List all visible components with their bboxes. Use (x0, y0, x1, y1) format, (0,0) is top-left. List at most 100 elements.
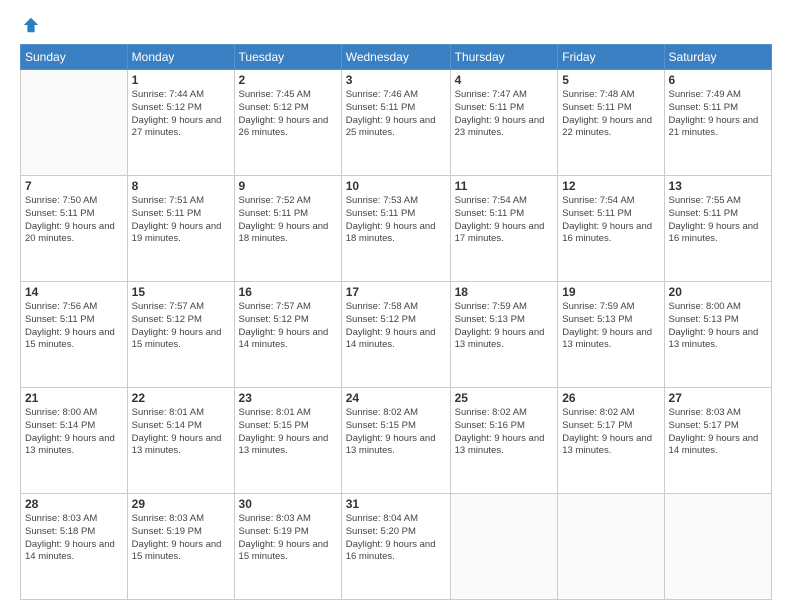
day-number: 27 (669, 391, 767, 405)
header (20, 16, 772, 34)
day-cell: 13 Sunrise: 7:55 AMSunset: 5:11 PMDayligh… (664, 176, 771, 282)
week-row-2: 7 Sunrise: 7:50 AMSunset: 5:11 PMDaylight… (21, 176, 772, 282)
day-cell: 9 Sunrise: 7:52 AMSunset: 5:11 PMDaylight… (234, 176, 341, 282)
weekday-header-wednesday: Wednesday (341, 45, 450, 70)
day-cell: 2 Sunrise: 7:45 AMSunset: 5:12 PMDaylight… (234, 70, 341, 176)
day-cell: 8Sunrise: 7:51 AMSunset: 5:11 PMDaylight… (127, 176, 234, 282)
day-cell: 19Sunrise: 7:59 AMSunset: 5:13 PMDayligh… (558, 282, 664, 388)
day-info: Sunrise: 7:58 AMSunset: 5:12 PMDaylight:… (346, 301, 446, 352)
day-cell (450, 494, 558, 600)
day-number: 15 (132, 285, 230, 299)
day-info: Sunrise: 8:03 AMSunset: 5:19 PMDaylight:… (132, 513, 230, 564)
day-cell: 10Sunrise: 7:53 AMSunset: 5:11 PMDayligh… (341, 176, 450, 282)
day-info: Sunrise: 7:44 AMSunset: 5:12 PMDaylight:… (132, 89, 230, 140)
day-cell: 14 Sunrise: 7:56 AMSunset: 5:11 PMDayligh… (21, 282, 128, 388)
day-cell: 28 Sunrise: 8:03 AMSunset: 5:18 PMDayligh… (21, 494, 128, 600)
day-info: Sunrise: 8:01 AMSunset: 5:14 PMDaylight:… (132, 407, 230, 458)
day-number: 10 (346, 179, 446, 193)
day-number: 29 (132, 497, 230, 511)
weekday-header-friday: Friday (558, 45, 664, 70)
day-cell: 25Sunrise: 8:02 AMSunset: 5:16 PMDayligh… (450, 388, 558, 494)
day-cell: 6 Sunrise: 7:49 AMSunset: 5:11 PMDaylight… (664, 70, 771, 176)
day-info: Sunrise: 7:59 AMSunset: 5:13 PMDaylight:… (455, 301, 554, 352)
day-info: Sunrise: 7:48 AMSunset: 5:11 PMDaylight:… (562, 89, 659, 140)
logo (20, 16, 40, 34)
day-number: 2 (239, 73, 337, 87)
day-number: 4 (455, 73, 554, 87)
logo-text (20, 16, 40, 34)
day-cell: 18 Sunrise: 7:59 AMSunset: 5:13 PMDayligh… (450, 282, 558, 388)
day-number: 25 (455, 391, 554, 405)
day-info: Sunrise: 8:02 AMSunset: 5:15 PMDaylight:… (346, 407, 446, 458)
day-cell: 17 Sunrise: 7:58 AMSunset: 5:12 PMDayligh… (341, 282, 450, 388)
day-number: 22 (132, 391, 230, 405)
day-cell: 5 Sunrise: 7:48 AMSunset: 5:11 PMDaylight… (558, 70, 664, 176)
day-info: Sunrise: 7:56 AMSunset: 5:11 PMDaylight:… (25, 301, 123, 352)
day-number: 30 (239, 497, 337, 511)
day-number: 1 (132, 73, 230, 87)
day-number: 12 (562, 179, 659, 193)
weekday-header-sunday: Sunday (21, 45, 128, 70)
day-info: Sunrise: 7:57 AMSunset: 5:12 PMDaylight:… (132, 301, 230, 352)
day-cell: 29 Sunrise: 8:03 AMSunset: 5:19 PMDayligh… (127, 494, 234, 600)
day-cell (558, 494, 664, 600)
day-cell: 22 Sunrise: 8:01 AMSunset: 5:14 PMDayligh… (127, 388, 234, 494)
weekday-header-monday: Monday (127, 45, 234, 70)
day-number: 14 (25, 285, 123, 299)
logo-icon (22, 16, 40, 34)
day-number: 13 (669, 179, 767, 193)
day-number: 20 (669, 285, 767, 299)
day-info: Sunrise: 7:46 AMSunset: 5:11 PMDaylight:… (346, 89, 446, 140)
day-info: Sunrise: 8:03 AMSunset: 5:17 PMDaylight:… (669, 407, 767, 458)
day-info: Sunrise: 7:55 AMSunset: 5:11 PMDaylight:… (669, 195, 767, 246)
day-info: Sunrise: 7:47 AMSunset: 5:11 PMDaylight:… (455, 89, 554, 140)
day-info: Sunrise: 7:54 AMSunset: 5:11 PMDaylight:… (562, 195, 659, 246)
day-number: 28 (25, 497, 123, 511)
week-row-1: 1 Sunrise: 7:44 AMSunset: 5:12 PMDaylight… (21, 70, 772, 176)
day-info: Sunrise: 7:51 AMSunset: 5:11 PMDaylight:… (132, 195, 230, 246)
day-cell: 4 Sunrise: 7:47 AMSunset: 5:11 PMDaylight… (450, 70, 558, 176)
week-row-5: 28 Sunrise: 8:03 AMSunset: 5:18 PMDayligh… (21, 494, 772, 600)
day-number: 24 (346, 391, 446, 405)
weekday-header-row: SundayMondayTuesdayWednesdayThursdayFrid… (21, 45, 772, 70)
day-number: 21 (25, 391, 123, 405)
day-info: Sunrise: 8:02 AMSunset: 5:17 PMDaylight:… (562, 407, 659, 458)
day-cell: 21Sunrise: 8:00 AMSunset: 5:14 PMDayligh… (21, 388, 128, 494)
day-cell: 26 Sunrise: 8:02 AMSunset: 5:17 PMDayligh… (558, 388, 664, 494)
day-cell: 12 Sunrise: 7:54 AMSunset: 5:11 PMDayligh… (558, 176, 664, 282)
day-info: Sunrise: 8:03 AMSunset: 5:18 PMDaylight:… (25, 513, 123, 564)
day-number: 18 (455, 285, 554, 299)
day-number: 16 (239, 285, 337, 299)
day-cell: 27 Sunrise: 8:03 AMSunset: 5:17 PMDayligh… (664, 388, 771, 494)
day-info: Sunrise: 8:00 AMSunset: 5:13 PMDaylight:… (669, 301, 767, 352)
day-number: 9 (239, 179, 337, 193)
weekday-header-saturday: Saturday (664, 45, 771, 70)
day-info: Sunrise: 7:52 AMSunset: 5:11 PMDaylight:… (239, 195, 337, 246)
weekday-header-tuesday: Tuesday (234, 45, 341, 70)
day-cell: 31 Sunrise: 8:04 AMSunset: 5:20 PMDayligh… (341, 494, 450, 600)
day-cell: 30Sunrise: 8:03 AMSunset: 5:19 PMDayligh… (234, 494, 341, 600)
day-cell: 1 Sunrise: 7:44 AMSunset: 5:12 PMDaylight… (127, 70, 234, 176)
day-cell: 20 Sunrise: 8:00 AMSunset: 5:13 PMDayligh… (664, 282, 771, 388)
day-number: 26 (562, 391, 659, 405)
day-number: 7 (25, 179, 123, 193)
day-info: Sunrise: 8:01 AMSunset: 5:15 PMDaylight:… (239, 407, 337, 458)
calendar: SundayMondayTuesdayWednesdayThursdayFrid… (20, 44, 772, 600)
day-info: Sunrise: 7:50 AMSunset: 5:11 PMDaylight:… (25, 195, 123, 246)
day-number: 31 (346, 497, 446, 511)
day-number: 11 (455, 179, 554, 193)
day-cell (21, 70, 128, 176)
day-info: Sunrise: 7:45 AMSunset: 5:12 PMDaylight:… (239, 89, 337, 140)
day-number: 17 (346, 285, 446, 299)
day-number: 5 (562, 73, 659, 87)
day-info: Sunrise: 7:54 AMSunset: 5:11 PMDaylight:… (455, 195, 554, 246)
day-info: Sunrise: 7:49 AMSunset: 5:11 PMDaylight:… (669, 89, 767, 140)
day-cell (664, 494, 771, 600)
day-cell: 16 Sunrise: 7:57 AMSunset: 5:12 PMDayligh… (234, 282, 341, 388)
day-info: Sunrise: 8:04 AMSunset: 5:20 PMDaylight:… (346, 513, 446, 564)
day-number: 6 (669, 73, 767, 87)
day-cell: 3Sunrise: 7:46 AMSunset: 5:11 PMDaylight… (341, 70, 450, 176)
week-row-3: 14 Sunrise: 7:56 AMSunset: 5:11 PMDayligh… (21, 282, 772, 388)
day-info: Sunrise: 7:57 AMSunset: 5:12 PMDaylight:… (239, 301, 337, 352)
day-number: 19 (562, 285, 659, 299)
